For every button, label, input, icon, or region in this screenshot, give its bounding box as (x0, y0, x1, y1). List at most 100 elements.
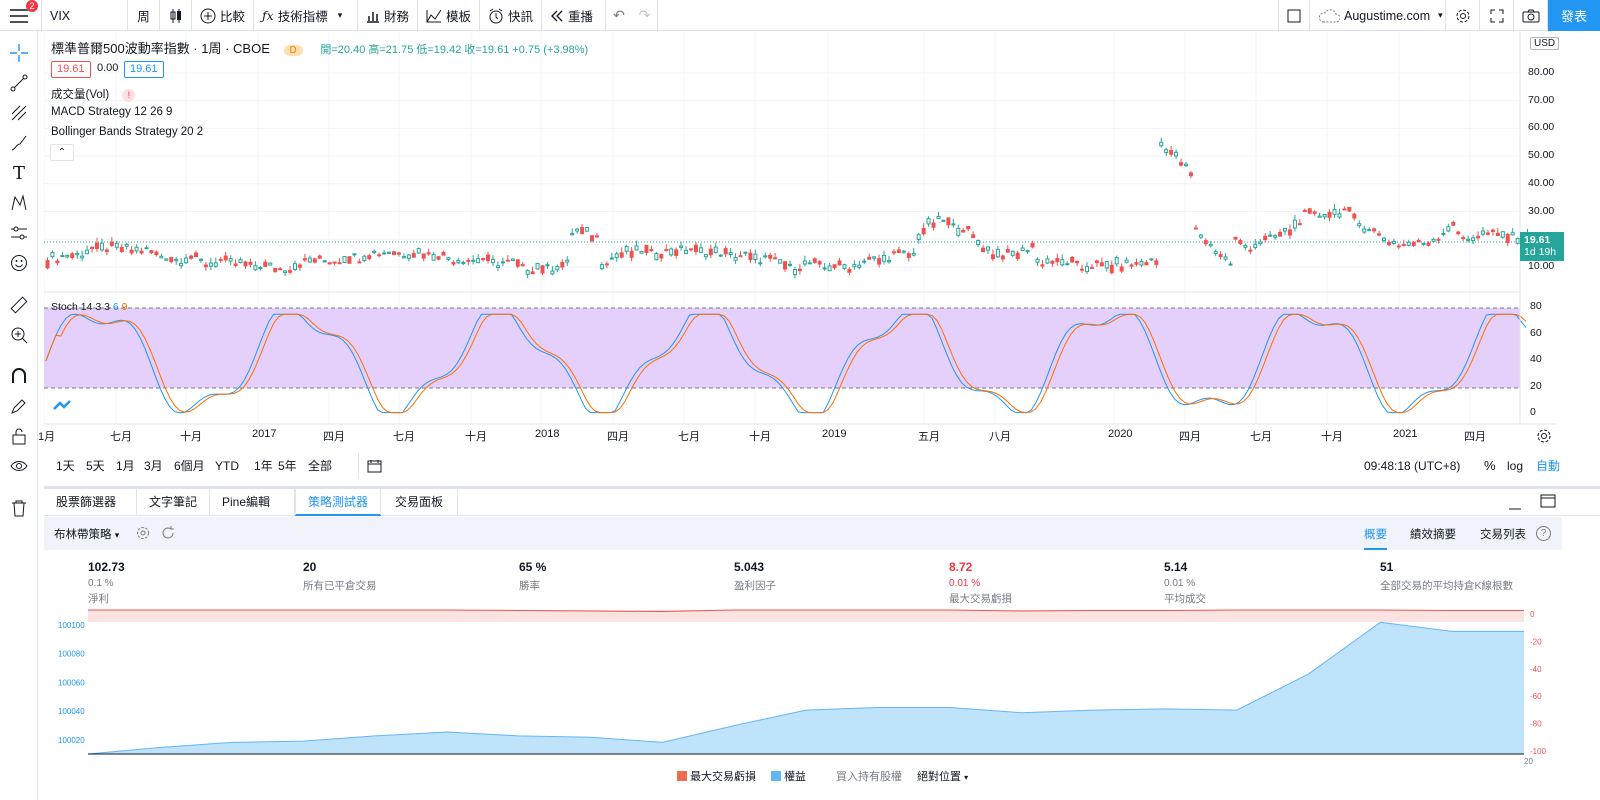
pattern-tool[interactable] (7, 191, 31, 215)
strategy-select[interactable]: 布林帶策略 ▾ (54, 526, 119, 542)
stay-drawing-tool[interactable] (7, 394, 31, 418)
range-button[interactable]: YTD (215, 453, 239, 479)
range-button[interactable]: 5天 (86, 453, 105, 479)
chart-settings-button[interactable] (1536, 428, 1552, 447)
strategy-refresh-button[interactable] (160, 525, 176, 544)
redo-button[interactable]: ↷ (632, 0, 658, 31)
range-button[interactable]: 全部 (308, 453, 332, 479)
magnet-icon (12, 368, 26, 383)
lock-tool[interactable] (7, 424, 31, 448)
strategy-view-tab[interactable]: 績效摘要 (1410, 526, 1456, 542)
tradingview-logo[interactable] (50, 395, 74, 415)
volume-legend[interactable]: 成交量(Vol) ! (51, 86, 136, 102)
range-button[interactable]: 1年 (254, 453, 273, 479)
macd-legend[interactable]: MACD Strategy 12 26 9 (51, 106, 172, 118)
goto-date-button[interactable] (358, 453, 388, 479)
settings-button[interactable] (1446, 0, 1480, 31)
stat-item: 51 全部交易的平均持倉K線根數 (1380, 560, 1580, 593)
time-label: 2018 (535, 428, 560, 440)
alerts-button[interactable]: 快訊 (480, 0, 542, 31)
candle (594, 235, 599, 238)
zoom-tool[interactable] (7, 323, 31, 347)
range-button[interactable]: 6個月 (174, 453, 205, 479)
legend-item-buyhold[interactable]: 買入持有股權 (836, 768, 902, 784)
position-select[interactable]: 絕對位置 ▾ (917, 768, 968, 784)
range-button[interactable]: 3月 (144, 453, 163, 479)
stoch-legend[interactable]: Stoch 14 3 3 6 9 (51, 301, 128, 313)
menu-button[interactable]: 2 (0, 0, 42, 31)
time-label: 四月 (1464, 431, 1486, 443)
indicators-button[interactable]: ƒx 技術指標 ▾ (254, 0, 358, 31)
pitchfork-tool[interactable] (7, 101, 31, 125)
delayed-badge[interactable]: D (283, 45, 303, 56)
range-button[interactable]: 5年 (278, 453, 297, 479)
templates-button[interactable]: 模板 (418, 0, 480, 31)
financials-button[interactable]: 財務 (358, 0, 418, 31)
price-axis[interactable]: USD 80.0070.0060.0050.0040.0030.0020.001… (1520, 32, 1600, 440)
icon-tool[interactable] (7, 251, 31, 275)
publish-button[interactable]: 發表 (1548, 0, 1600, 31)
brush-tool[interactable] (7, 131, 31, 155)
undo-button[interactable]: ↶ (606, 0, 632, 31)
measure-tool[interactable] (7, 293, 31, 317)
range-button[interactable]: 1天 (56, 453, 75, 479)
candle (1144, 262, 1149, 266)
layout-button[interactable] (1278, 0, 1310, 31)
crosshair-tool[interactable] (7, 41, 31, 65)
collapse-legend-button[interactable]: ⌃ (50, 144, 74, 161)
hide-tool[interactable] (7, 454, 31, 478)
prediction-tool[interactable] (7, 221, 31, 245)
candle (1441, 232, 1446, 235)
auto-toggle[interactable]: 自動 (1536, 453, 1560, 479)
legend-item-equity[interactable]: 權益 (771, 768, 806, 784)
cloud-layout-button[interactable]: Augustime.com ▾ (1310, 0, 1446, 31)
bottom-tab[interactable]: 文字筆記 (137, 489, 210, 516)
interval-button[interactable]: 周 (128, 0, 160, 31)
stat-value: 5.14 (1164, 560, 1188, 574)
candle (802, 260, 807, 265)
strategy-settings-button[interactable] (136, 526, 150, 543)
help-button[interactable]: ? (1536, 526, 1551, 541)
time-axis[interactable]: 1月 七月 十月 2017 四月 七月 十月 2018 四月 七月 十月 2019 五月 八月 2020 四月… (38, 428, 1520, 444)
trend-line-tool[interactable] (7, 71, 31, 95)
strategy-view-tab[interactable]: 交易列表 (1480, 526, 1526, 542)
chart-type-button[interactable] (160, 0, 192, 31)
candle (807, 262, 812, 265)
candle (604, 263, 609, 266)
candle (50, 252, 55, 258)
log-toggle[interactable]: log (1507, 453, 1523, 479)
candle (357, 261, 362, 264)
bottom-tab[interactable]: Pine編輯器 (210, 489, 295, 536)
percent-toggle[interactable]: % (1484, 453, 1496, 479)
fullscreen-button[interactable] (1480, 0, 1514, 31)
candle (441, 251, 446, 256)
symbol-legend[interactable]: 標準普爾500波動率指數 · 1周 · CBOE D 開=20.40 高=21.… (51, 38, 588, 57)
replay-button[interactable]: 重播 (542, 0, 606, 31)
bollinger-legend[interactable]: Bollinger Bands Strategy 20 2 (51, 126, 203, 138)
snapshot-button[interactable] (1514, 0, 1548, 31)
minimize-icon (1509, 508, 1521, 510)
maximize-panel-button[interactable] (1540, 494, 1556, 511)
candle (85, 249, 90, 255)
stat-value: 20 (303, 560, 317, 574)
symbol-search[interactable]: VIX (42, 0, 128, 31)
equity-chart[interactable]: 100100 100080 100060 100040 100020 0 -20 -40 -6… (44, 604, 1562, 770)
delete-tool[interactable] (7, 496, 31, 520)
text-tool[interactable]: T (7, 161, 31, 185)
timezone-clock[interactable]: 09:48:18 (UTC+8) (1364, 453, 1460, 479)
magnet-tool[interactable] (7, 364, 31, 388)
bottom-tab[interactable]: 交易面板 (383, 489, 458, 516)
bottom-tab[interactable]: 股票篩選器 (44, 489, 137, 516)
candle (1248, 249, 1253, 252)
warning-icon[interactable]: ! (122, 89, 136, 102)
candle (1050, 260, 1055, 264)
range-button[interactable]: 1月 (116, 453, 135, 479)
candle (70, 253, 75, 259)
strategy-view-tab[interactable]: 概要 (1364, 526, 1387, 550)
tab-strategy-tester[interactable]: 策略測試器 (295, 489, 381, 515)
compare-button[interactable]: 比較 (192, 0, 254, 31)
time-label: 七月 (110, 431, 132, 443)
minimize-panel-button[interactable] (1508, 499, 1522, 513)
main-chart[interactable] (44, 32, 1556, 440)
legend-item-drawdown[interactable]: 最大交易虧損 (677, 768, 756, 784)
